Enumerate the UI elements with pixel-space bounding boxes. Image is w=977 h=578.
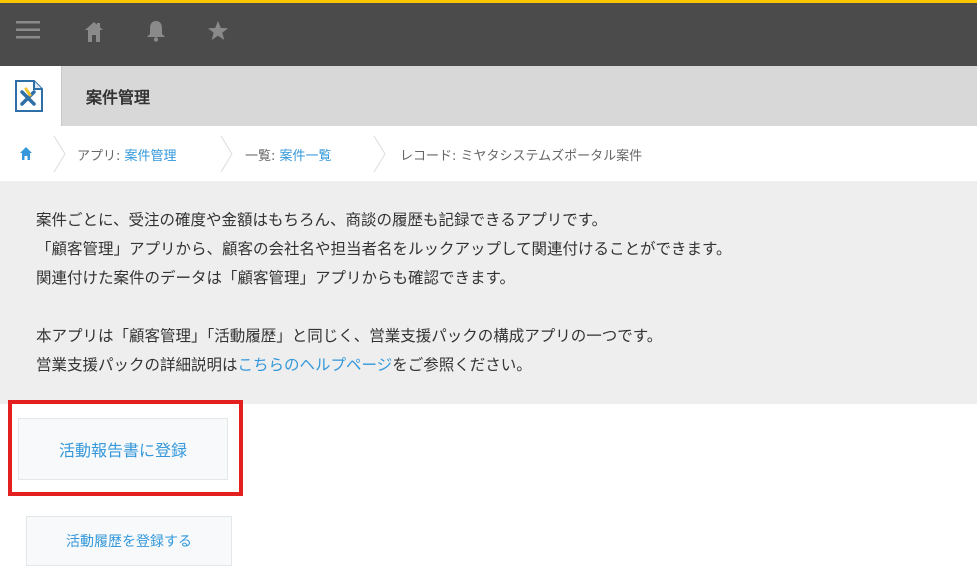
description-line: 関連付けた案件のデータは「顧客管理」アプリからも確認できます。	[36, 269, 515, 287]
breadcrumb-list-link[interactable]: 案件一覧	[280, 149, 332, 164]
app-header: 案件管理	[0, 66, 977, 126]
register-activity-history-button[interactable]: 活動履歴を登録する	[26, 516, 232, 566]
breadcrumb-separator-icon	[53, 135, 67, 176]
breadcrumb-list-prefix: 一覧:	[245, 149, 280, 164]
app-description: 案件ごとに、受注の確度や金額はもちろん、商談の履歴も記録できるアプリです。 「顧…	[0, 181, 977, 404]
description-text: 営業支援パックの詳細説明は	[36, 356, 238, 374]
description-line: 「顧客管理」アプリから、顧客の会社名や担当者名をルックアップして関連付けることが…	[36, 240, 732, 258]
home-icon[interactable]	[84, 21, 104, 47]
app-icon-container	[0, 66, 62, 126]
global-header	[0, 0, 977, 66]
description-line: 営業支援パックの詳細説明はこちらのヘルプページをご参照ください。	[36, 351, 977, 380]
description-line: 本アプリは「顧客管理」「活動履歴」と同じく、営業支援パックの構成アプリの一つです…	[36, 327, 663, 345]
star-icon[interactable]	[207, 20, 229, 46]
description-text: をご参照ください。	[392, 356, 532, 374]
breadcrumb-app-link[interactable]: 案件管理	[125, 149, 177, 164]
breadcrumb-record: レコード: ミヤタシステムズポータル案件	[400, 149, 643, 164]
register-activity-report-button[interactable]: 活動報告書に登録	[18, 418, 228, 480]
breadcrumb-app-prefix: アプリ:	[77, 149, 125, 164]
menu-icon[interactable]	[16, 19, 40, 45]
breadcrumb-list: 一覧: 案件一覧	[245, 145, 332, 164]
page-title: 案件管理	[86, 88, 151, 107]
description-line: 案件ごとに、受注の確度や金額はもちろん、商談の履歴も記録できるアプリです。	[36, 211, 608, 229]
breadcrumb: アプリ: 案件管理 一覧: 案件一覧 レコード: ミヤタシステムズポータル案件	[0, 126, 977, 180]
breadcrumb-separator-icon	[220, 135, 234, 176]
breadcrumb-app: アプリ: 案件管理	[77, 145, 177, 164]
breadcrumb-separator-icon	[373, 135, 387, 176]
bell-icon[interactable]	[146, 20, 166, 46]
help-page-link[interactable]: こちらのヘルプページ	[238, 356, 393, 374]
breadcrumb-home-icon[interactable]	[19, 146, 33, 165]
